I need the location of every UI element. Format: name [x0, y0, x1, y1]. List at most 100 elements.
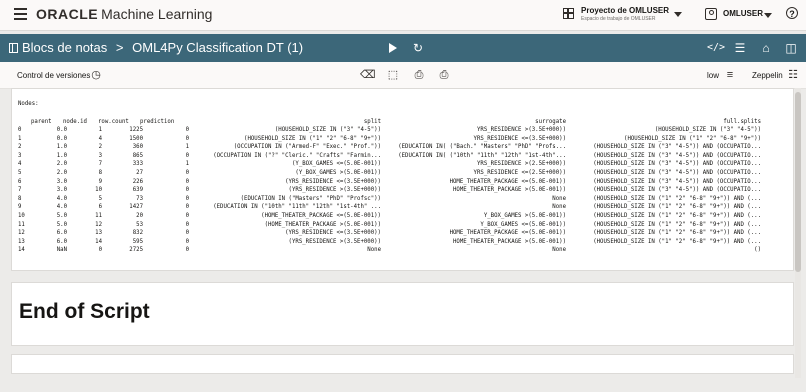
code-icon[interactable]: </> [707, 41, 725, 55]
table-cell: HOME_THEATER_PACKAGE <=(5.0E-001)) [449, 178, 566, 185]
column-header: row.count [98, 119, 129, 125]
table-cell: 4 [98, 135, 102, 142]
clear-output-icon[interactable]: ⬚ [386, 68, 400, 82]
table-cell: 5.0 [56, 213, 67, 219]
table-cell: (HOUSEHOLD_SIZE IN ("3" "4-5")) [654, 127, 761, 133]
table-cell: 4.0 [56, 195, 67, 202]
table-cell: 0 [18, 127, 22, 133]
table-cell: 11 [95, 213, 102, 219]
help-icon[interactable]: ? [786, 7, 798, 19]
table-cell: 1 [185, 161, 189, 168]
table-cell: 0 [185, 152, 189, 159]
run-all-icon[interactable] [389, 43, 397, 53]
table-cell: 0 [185, 204, 189, 211]
interpreter-label[interactable]: Zeppelin [752, 71, 783, 80]
chevron-down-icon [764, 13, 772, 18]
column-header: prediction [140, 119, 175, 125]
empty-paragraph[interactable] [11, 354, 794, 374]
table-cell: 0 [185, 195, 189, 202]
table-row: 3 1.0 3 865 0 (OCCUPATION IN ("?" "Cleric." "… [12, 152, 793, 161]
column-header: split [363, 119, 381, 125]
panel-toggle-icon[interactable]: ◫ [784, 41, 798, 55]
page-scrollbar[interactable] [795, 88, 801, 378]
table-cell: 1.0 [56, 152, 67, 159]
table-cell: 2 [98, 144, 102, 151]
table-cell: (OCCUPATION IN ("Armed-F" "Exec." "Prof.… [233, 144, 381, 151]
share-icon[interactable]: ⌂ [759, 41, 773, 55]
table-cell: 6.0 [56, 230, 67, 237]
table-cell: () [754, 247, 761, 254]
notebook-title: OML4Py Classification DT (1) [132, 40, 304, 55]
table-cell: None [552, 247, 566, 254]
table-cell: (YRS_RESIDENCE <=(3.5E+000)) [285, 178, 381, 185]
table-cell: 10 [18, 213, 25, 219]
book-icon[interactable]: ☷ [786, 68, 800, 82]
table-cell: 0 [185, 178, 189, 185]
table-cell: 5 [98, 195, 102, 202]
table-row: 0 0.0 1 1225 0 (HOUSEHOLD_SIZE IN ("3" "4-5")… [12, 127, 793, 135]
table-row: 8 4.0 5 73 0 (EDUCATION IN ("Masters" "PhD" "… [12, 195, 793, 204]
table-cell: 12 [18, 230, 25, 237]
table-cell: Y_BOX_GAMES >(5.0E-001)) [483, 213, 566, 219]
table-cell: 12 [95, 221, 102, 228]
table-cell: 5 [18, 170, 22, 176]
table-cell: (HOUSEHOLD_SIZE IN ("1" "2" "6-8" "9+"))… [593, 204, 761, 211]
eraser-icon[interactable]: ⌫ [360, 68, 376, 82]
project-selector[interactable]: Proyecto de OMLUSER Espacio de trabajo d… [563, 6, 685, 26]
table-row: 5 2.0 8 27 0 (Y_BOX_GAMES >(5.0E-001)) YRS_RES… [12, 170, 793, 178]
document-icon[interactable]: ☰ [733, 41, 747, 55]
user-name: OMLUSER [723, 9, 763, 18]
table-cell: 14 [18, 247, 25, 254]
table-cell: 9 [18, 204, 22, 211]
table-cell: 3 [18, 152, 22, 159]
table-cell: HOME_THEATER_PACKAGE >(5.0E-001)) [453, 187, 566, 194]
table-cell: None [367, 247, 381, 254]
breadcrumb-notebooks-link[interactable]: Blocs de notas [22, 40, 107, 55]
table-cell: (HOUSEHOLD_SIZE IN ("3" "4-5")) AND (OCC… [593, 161, 761, 168]
table-cell: (HOUSEHOLD_SIZE IN ("1" "2" "6-8" "9+"))… [593, 238, 761, 245]
table-cell: 6 [18, 178, 22, 185]
menu-icon[interactable] [14, 8, 27, 20]
table-cell: None [552, 204, 566, 211]
brand-product: Machine Learning [101, 6, 213, 22]
table-cell: 3 [98, 152, 102, 159]
table-cell: 6.0 [56, 238, 67, 245]
table-cell: (HOUSEHOLD_SIZE IN ("3" "4-5")) AND (OCC… [593, 178, 761, 185]
table-cell: 73 [136, 195, 143, 202]
table-cell: YRS_RESIDENCE <=(3.5E+000)) [473, 135, 566, 142]
table-cell: 595 [132, 238, 143, 245]
table-cell: 53 [136, 221, 143, 228]
table-cell: (YRS_RESIDENCE <=(3.5E+000)) [285, 230, 381, 237]
table-cell: 11 [18, 221, 25, 228]
version-control-label[interactable]: Control de versiones [17, 71, 90, 80]
table-row: 11 5.0 12 53 0 (HOME_THEATER_PACKAGE >(5.0E-0… [12, 221, 793, 230]
table-cell: (HOUSEHOLD_SIZE IN ("3" "4-5")) AND (OCC… [593, 152, 761, 159]
column-header: full.splits [723, 119, 761, 125]
table-cell: 13 [18, 238, 25, 245]
list-icon[interactable]: ≡ [723, 68, 737, 82]
brand-oracle: ORACLE [36, 6, 99, 22]
end-title: End of Script [19, 300, 150, 323]
table-cell: NaN [56, 247, 67, 254]
table-row: 10 5.0 11 20 0 (HOME_THEATER_PACKAGE <=(5.0E-… [12, 213, 793, 221]
table-cell: 0 [185, 135, 189, 142]
priority-label[interactable]: low [707, 71, 719, 80]
table-row: 4 2.0 7 333 1 (Y_BOX_GAMES <=(5.0E-001)) YRS_R… [12, 161, 793, 169]
settings-doc-icon[interactable]: ⎙ [412, 68, 426, 82]
scrollbar-thumb[interactable] [795, 92, 801, 272]
history-icon[interactable]: ◷ [89, 68, 103, 82]
table-cell: (Y_BOX_GAMES >(5.0E-001)) [295, 170, 381, 176]
table-cell: (HOME_THEATER_PACKAGE >(5.0E-001)) [264, 221, 381, 228]
table-cell: 865 [132, 152, 143, 159]
print-icon[interactable]: ⎙ [437, 68, 451, 82]
table-cell: (OCCUPATION IN ("?" "Cleric." "Crafts" "… [213, 152, 381, 159]
refresh-icon[interactable]: ↻ [411, 41, 425, 55]
table-row: 9 4.0 6 1427 0 (EDUCATION IN ("10th" "11th" "… [12, 204, 793, 212]
table-cell: 0 [185, 170, 189, 176]
table-cell: (HOUSEHOLD_SIZE IN ("1" "2" "6-8" "9+")) [244, 135, 381, 142]
end-of-script-paragraph: End of Script [11, 282, 794, 346]
table-row: 14 NaN 0 2725 0 None None () [12, 247, 793, 255]
table-cell: 2725 [129, 247, 143, 254]
table-row: 12 6.0 13 832 0 (YRS_RESIDENCE <=(3.5E+000)) H… [12, 230, 793, 238]
table-cell: 333 [132, 161, 143, 168]
